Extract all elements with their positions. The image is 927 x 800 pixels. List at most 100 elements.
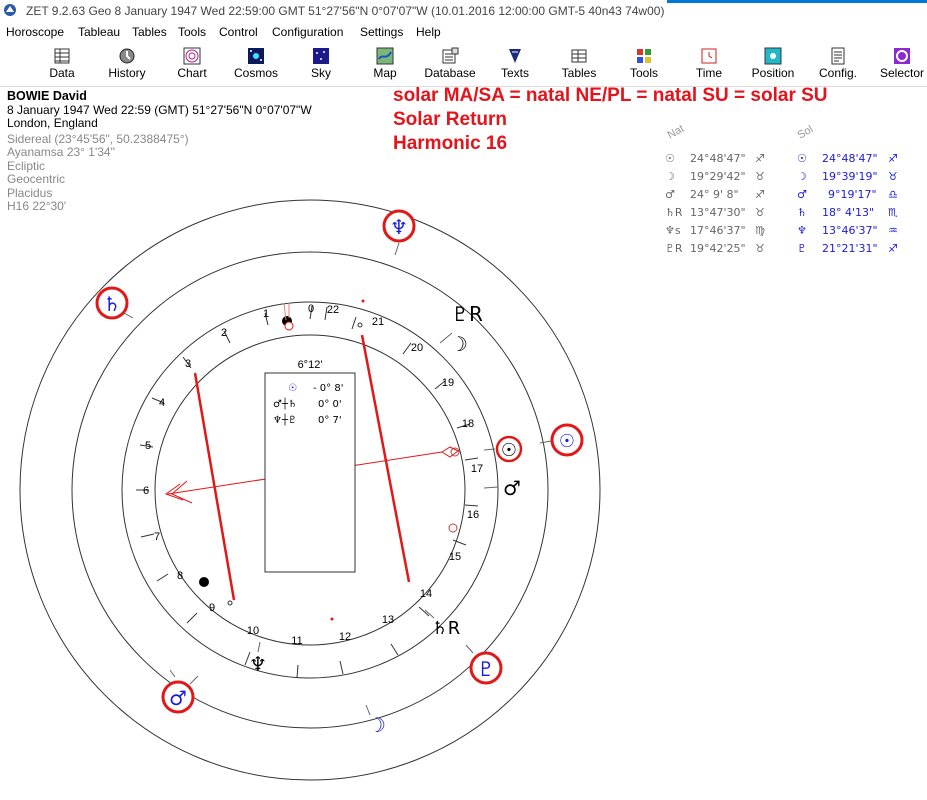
sol-value: 9°19'17" [828,188,877,201]
toolbar-label: Time [695,66,723,80]
solar-neptune-highlight [382,209,416,243]
natal-neptune-glyph: ♆ [249,652,267,676]
birth-place: London, England [7,116,98,130]
natal-sun-glyph: ☉ [501,440,517,461]
title-bar: ZET 9.2.63 Geo 8 January 1947 Wed 22:59:… [0,0,927,22]
aspect-glyphs: ☉ [288,383,297,394]
nat-value: 19°42'25" [690,242,746,255]
solar-sun-highlight [550,423,584,457]
toolbar-data-button[interactable]: Data [31,44,93,84]
menu-control[interactable]: Control [219,25,258,39]
sol-value: 19°39'19" [822,170,878,183]
house-number: 8 [177,570,183,582]
house-number: 0 [308,303,314,315]
toolbar-time-button[interactable]: Time [678,44,740,84]
house-number: 15 [449,551,461,563]
nat-sign: ♐ [755,188,765,201]
house-ring-inner [154,334,466,646]
sky-icon [313,48,329,64]
aspect-glyphs: ♆┼♇ [273,413,297,426]
natal-mars-glyph: ♂ [503,476,521,500]
menu-tableau[interactable]: Tableau [78,25,120,39]
nat-sign: ♍ [755,224,765,237]
time-icon [701,48,717,64]
aspect-value: 0° 0' [318,399,342,410]
house-system: Placidus [7,185,53,200]
nat-header: Nat [666,125,687,142]
toolbar-map-button[interactable]: Map [354,44,416,84]
sol-value: 24°48'47" [822,152,878,165]
solar-mars-highlight [161,680,195,714]
sol-glyph: ☽ [797,170,807,183]
menu-settings[interactable]: Settings [360,25,403,39]
title-accent-bar [667,0,927,3]
house-number: 13 [382,614,394,626]
natal-moon-glyph: ☽ [450,332,468,356]
house-number: 12 [339,631,351,643]
toolbar-selector-button[interactable]: Selector [871,44,927,84]
toolbar-label: Cosmos [233,66,278,80]
nat-value: 24°48'47" [690,152,746,165]
house-number: 17 [471,463,483,475]
ayanamsa: Ayanamsa 23° 1'34" [7,145,115,159]
house-number: 3 [185,358,191,370]
toolbar-label: Texts [500,66,529,80]
house-number: 22 [327,304,339,316]
nat-sign: ♉ [755,206,765,219]
solar-saturn-glyph: ♄ [103,292,121,316]
toolbar-label: Map [373,66,397,80]
aspect-box [264,372,356,573]
sol-glyph: ☉ [797,152,807,165]
person-name: BOWIE David [7,89,87,103]
data-icon [54,48,70,64]
map-icon [376,47,394,65]
sol-value: 21°21'31" [822,242,878,255]
toolbar-sky-button[interactable]: Sky [290,44,352,84]
house-number: 7 [154,531,160,543]
house-ticks [136,305,479,679]
axis-arrow [164,446,459,504]
house-number: 6 [143,485,149,497]
outer-ring [19,199,601,781]
app-logo-icon [4,4,16,16]
aspect-value: 0° 7' [318,415,342,426]
menu-tools[interactable]: Tools [178,25,206,39]
toolbar-tools-button[interactable]: Tools [613,44,675,84]
aspect-lines [193,334,411,601]
toolbar-position-button[interactable]: Position [742,44,804,84]
toolbar-config-button[interactable]: Config. [807,44,869,84]
menu-help[interactable]: Help [416,25,441,39]
toolbar-history-button[interactable]: History [96,44,158,84]
natal-sun-highlight [495,435,523,463]
house-number: 5 [145,440,151,452]
toolbar-tables-button[interactable]: Tables [548,44,610,84]
sol-header: Sol [796,125,816,142]
texts-icon [509,49,521,63]
toolbar-database-button[interactable]: Database [419,44,481,84]
menu-horoscope[interactable]: Horoscope [6,25,64,39]
nat-value: 19°29'42" [690,170,746,183]
solar-saturn-highlight [95,286,129,320]
chart-info: BOWIE David 8 January 1947 Wed 22:59 (GM… [7,89,312,214]
toolbar-label: Chart [177,66,207,80]
sol-sign: ♐ [888,242,898,255]
coordinate-system: Ecliptic [7,158,46,173]
menu-configuration[interactable]: Configuration [272,25,343,39]
nat-glyph: ♇R [665,242,683,255]
harmonic-info: H16 22°30' [7,199,67,213]
nat-glyph: ♂ [665,188,675,201]
house-number: 1 [263,308,269,320]
toolbar-label: Tables [561,66,597,80]
aspect-value: - 0° 8' [313,383,343,394]
toolbar-texts-button[interactable]: Texts [484,44,546,84]
house-number: 10 [247,625,259,637]
solar-neptune-glyph: ♆ [390,215,408,239]
sol-glyph: ♄ [797,206,807,219]
nat-value: 17°46'37" [690,224,746,237]
menu-tables[interactable]: Tables [132,25,167,39]
menu-bar: Horoscope Tableau Tables Tools Control C… [0,23,927,42]
sol-sign: ♒ [888,224,898,237]
toolbar-chart-button[interactable]: Chart [161,44,223,84]
solar-sun-glyph: ☉ [559,431,575,452]
toolbar-cosmos-button[interactable]: Cosmos [225,44,287,84]
